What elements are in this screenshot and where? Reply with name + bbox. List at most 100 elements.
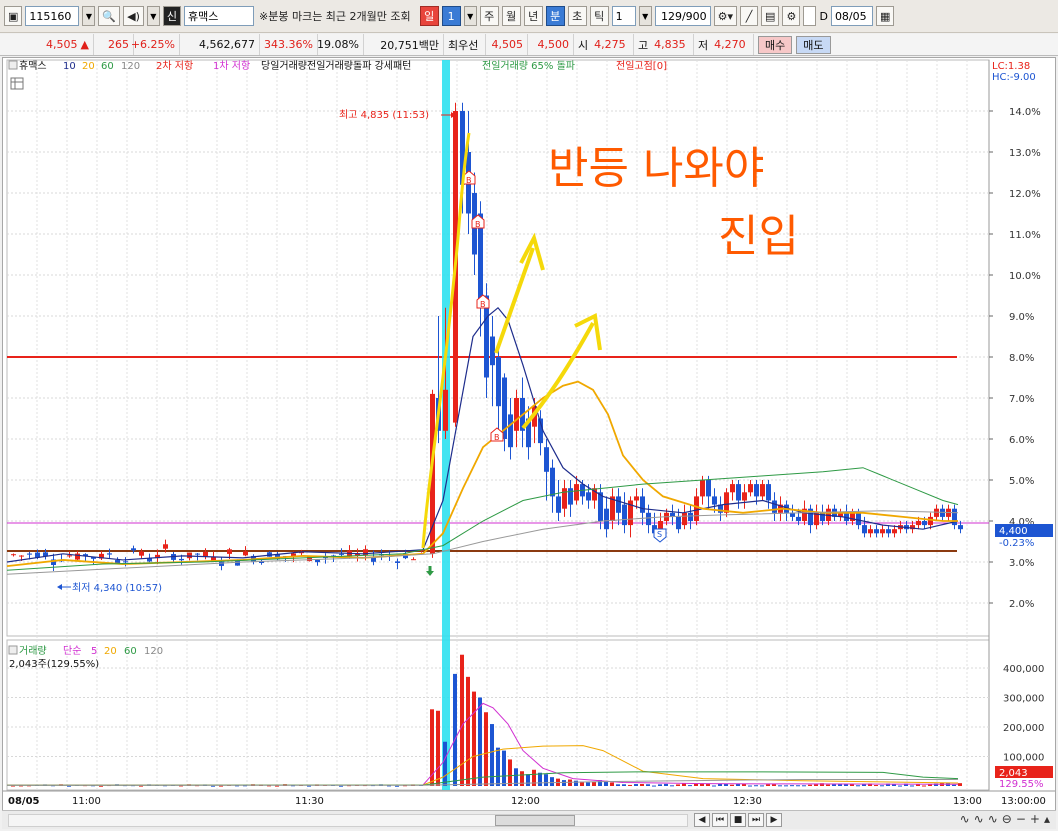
volume-bar[interactable] (550, 777, 554, 786)
candle-body[interactable] (490, 336, 495, 366)
candle-body[interactable] (107, 553, 112, 555)
volume-bar[interactable] (718, 783, 722, 786)
candle-body[interactable] (862, 525, 867, 534)
volume-bar[interactable] (211, 785, 215, 787)
stock-code-input[interactable]: 115160 (25, 6, 80, 26)
volume-bar[interactable] (880, 785, 884, 787)
candle-body[interactable] (550, 467, 555, 497)
candle-body[interactable] (219, 561, 224, 566)
volume-bar[interactable] (766, 784, 770, 786)
volume-bar[interactable] (850, 784, 854, 786)
candle-body[interactable] (928, 516, 933, 526)
candle-body[interactable] (868, 529, 873, 534)
volume-bar[interactable] (574, 780, 578, 786)
legend-toggle-icon[interactable] (8, 60, 18, 70)
candle-body[interactable] (179, 558, 184, 561)
volume-bar[interactable] (610, 782, 614, 786)
candle-body[interactable] (616, 496, 621, 513)
interval-dropdown-icon[interactable]: ▼ (638, 6, 652, 26)
volume-bar[interactable] (712, 785, 716, 787)
volume-bar[interactable] (922, 785, 926, 787)
candle-body[interactable] (227, 549, 232, 554)
candle-body[interactable] (694, 496, 699, 521)
candle-body[interactable] (139, 551, 144, 556)
candle-body[interactable] (562, 488, 567, 509)
volume-bar[interactable] (910, 785, 914, 787)
volume-bar[interactable] (772, 784, 776, 786)
volume-bar[interactable] (802, 785, 806, 787)
volume-bar[interactable] (395, 785, 399, 787)
volume-bar[interactable] (99, 785, 103, 787)
candle-body[interactable] (772, 500, 777, 513)
candle-body[interactable] (700, 480, 705, 497)
volume-bar[interactable] (219, 785, 223, 787)
volume-bar[interactable] (526, 774, 530, 786)
candle-body[interactable] (796, 516, 801, 521)
search-icon[interactable]: 🔍 (98, 6, 121, 26)
period-tick[interactable]: 틱 (589, 6, 609, 26)
candle-body[interactable] (856, 512, 861, 526)
volume-bar[interactable] (664, 783, 668, 786)
zoom-in-icon[interactable]: + (1030, 812, 1040, 826)
zoom-out-icon[interactable]: − (1016, 812, 1026, 826)
volume-bar[interactable] (958, 783, 962, 786)
stop-icon[interactable]: ■ (730, 813, 746, 827)
speaker-icon[interactable]: ◀) (123, 6, 144, 26)
candle-body[interactable] (163, 544, 168, 549)
volume-legend-toggle-icon[interactable] (8, 645, 18, 655)
volume-bar[interactable] (508, 759, 512, 786)
volume-bar[interactable] (646, 784, 650, 786)
period-second[interactable]: 초 (567, 6, 587, 26)
stock-code-dropdown-icon[interactable]: ▼ (82, 6, 96, 26)
volume-bar[interactable] (339, 785, 343, 787)
sell-button[interactable]: 매도 (796, 35, 831, 54)
candle-body[interactable] (131, 548, 136, 551)
candle-body[interactable] (27, 553, 32, 555)
candle-body[interactable] (622, 504, 627, 526)
candle-body[interactable] (586, 492, 591, 501)
candle-body[interactable] (754, 484, 759, 497)
candle-body[interactable] (604, 508, 609, 530)
candle-body[interactable] (742, 492, 747, 501)
candle-body[interactable] (574, 484, 579, 501)
candle-body[interactable] (712, 496, 717, 505)
candle-body[interactable] (706, 480, 711, 497)
stock-name-field[interactable]: 휴맥스 (184, 6, 254, 26)
volume-bar[interactable] (562, 780, 566, 786)
candle-body[interactable] (688, 512, 693, 521)
volume-bar[interactable] (538, 772, 542, 786)
candle-body[interactable] (363, 549, 368, 556)
period-minute[interactable]: 분 (545, 6, 565, 26)
volume-bar[interactable] (658, 784, 662, 786)
indicator-icon[interactable]: ⚙▾ (713, 6, 738, 26)
candle-body[interactable] (646, 512, 651, 526)
volume-bar[interactable] (532, 769, 536, 786)
candle-body[interactable] (19, 555, 24, 557)
volume-bar[interactable] (640, 784, 644, 786)
candle-body[interactable] (339, 553, 344, 555)
settings-gear-icon[interactable]: ⚙ (782, 6, 801, 26)
first-icon[interactable]: ⏮ (712, 813, 728, 827)
drawing-tool-icon-1[interactable]: ∿ (960, 812, 970, 826)
rewind-icon[interactable]: ◀ (694, 813, 710, 827)
candle-body[interactable] (443, 389, 448, 431)
drawing-tool-icon-3[interactable]: ∿ (988, 812, 998, 826)
candle-body[interactable] (75, 553, 80, 560)
candle-body[interactable] (11, 554, 16, 556)
volume-bar[interactable] (760, 785, 764, 787)
candle-body[interactable] (195, 553, 200, 555)
candle-body[interactable] (634, 496, 639, 501)
save-icon[interactable]: ▤ (761, 6, 780, 26)
candle-body[interactable] (748, 484, 753, 493)
drawing-tool-icon-2[interactable]: ∿ (974, 812, 984, 826)
candle-body[interactable] (640, 496, 645, 513)
volume-bar[interactable] (460, 654, 464, 786)
candle-body[interactable] (892, 529, 897, 534)
volume-bar[interactable] (67, 785, 71, 787)
volume-bar[interactable] (832, 784, 836, 786)
volume-bar[interactable] (808, 784, 812, 786)
volume-bar[interactable] (466, 676, 470, 786)
candle-body[interactable] (730, 484, 735, 493)
candle-body[interactable] (123, 561, 128, 563)
table-icon[interactable] (10, 77, 24, 90)
